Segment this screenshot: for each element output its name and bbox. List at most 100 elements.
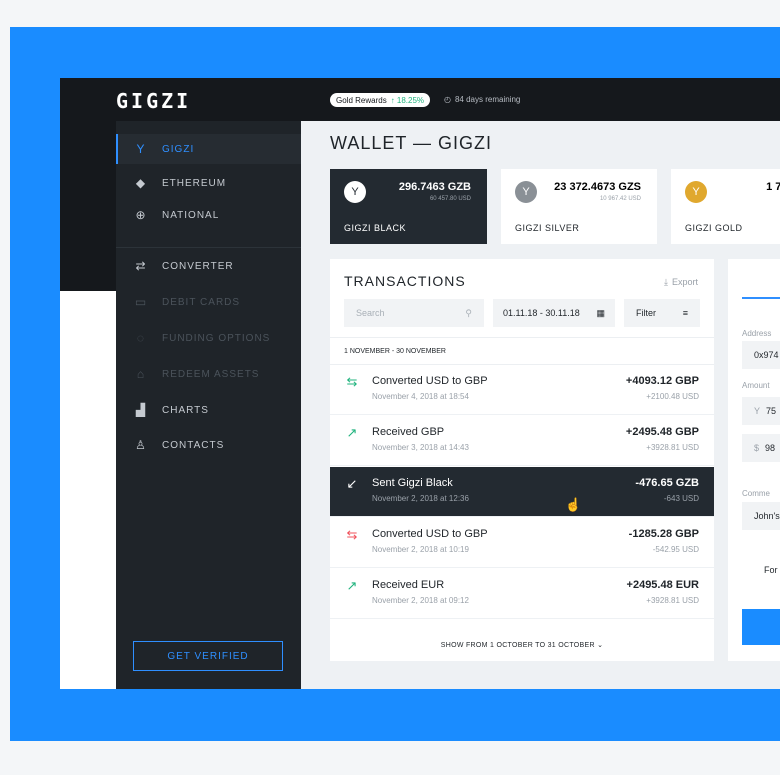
transaction-amount: +2495.48 EUR bbox=[626, 579, 699, 591]
globe-icon: ⊕ bbox=[135, 208, 147, 222]
transaction-usd: +3928.81 USD bbox=[646, 596, 699, 605]
search-input[interactable]: Search ⚲ bbox=[344, 299, 484, 327]
rewards-label: Gold Rewards bbox=[336, 95, 387, 105]
received-icon: ↗ bbox=[346, 578, 358, 593]
transaction-row[interactable]: ↙ Sent Gigzi Black November 2, 2018 at 12:… bbox=[330, 467, 714, 517]
sidebar-item-national[interactable]: ⊕ NATIONAL bbox=[116, 200, 301, 230]
card-balance: 23 372.4673 GZS bbox=[554, 181, 641, 193]
card-balance: 1 782.849 bbox=[766, 181, 780, 193]
transaction-date: November 2, 2018 at 12:36 bbox=[372, 494, 469, 503]
transaction-date: November 4, 2018 at 18:54 bbox=[372, 392, 469, 401]
sidebar-item-gigzi[interactable]: Y GIGZI bbox=[116, 134, 301, 164]
convert-icon: ⇆ bbox=[346, 374, 358, 389]
transaction-row[interactable]: ↗ Received GBP November 3, 2018 at 14:43 +2… bbox=[330, 416, 714, 466]
gold-rewards-badge[interactable]: Gold Rewards ↑ 18.25% bbox=[330, 93, 431, 107]
main-content: WALLET — GIGZI Y 296.7463 GZB 60 457.80 US… bbox=[301, 121, 780, 689]
sidebar-item-contacts[interactable]: ♙ CONTACTS bbox=[116, 430, 301, 460]
sidebar-item-label: DEBIT CARDS bbox=[162, 296, 241, 308]
filter-button[interactable]: Filter ≡ bbox=[624, 299, 700, 327]
sidebar: Y GIGZI ◆ ETHEREUM ⊕ NATIONAL ⇄ CONVERTER ▭ DEBIT… bbox=[116, 121, 301, 689]
contacts-icon: ♙ bbox=[135, 438, 147, 452]
sidebar-item-label: REDEEM ASSETS bbox=[162, 368, 260, 380]
sent-icon: ↙ bbox=[346, 476, 358, 491]
transaction-date: November 3, 2018 at 14:43 bbox=[372, 443, 469, 452]
wallet-card-gigzi-gold[interactable]: Y1 782.84968 607GIGZI GOLD bbox=[671, 169, 780, 244]
convert-icon: ⇆ bbox=[346, 527, 358, 542]
ethereum-icon: ◆ bbox=[135, 176, 147, 190]
received-icon: ↗ bbox=[346, 425, 358, 440]
transaction-amount: +2495.48 GBP bbox=[625, 426, 699, 438]
page-title: WALLET — GIGZI bbox=[330, 133, 493, 153]
period-header: 1 NOVEMBER - 30 NOVEMBER bbox=[330, 337, 714, 365]
dollar-icon: $ bbox=[754, 443, 760, 453]
transaction-title: Converted USD to GBP bbox=[372, 375, 488, 387]
sidebar-item-ethereum[interactable]: ◆ ETHEREUM bbox=[116, 168, 301, 198]
transaction-amount: -1285.28 GBP bbox=[628, 528, 699, 540]
days-remaining: ◴ 84 days remaining bbox=[444, 95, 520, 104]
timer-icon: ◴ bbox=[444, 95, 451, 104]
filter-icon: ≡ bbox=[682, 308, 688, 318]
sidebar-item-debit-cards[interactable]: ▭ DEBIT CARDS bbox=[116, 287, 301, 317]
transaction-usd: -643 USD bbox=[663, 494, 699, 503]
comment-label: Comme bbox=[742, 489, 771, 498]
show-more-label: SHOW FROM 1 OCTOBER TO 31 OCTOBER bbox=[440, 642, 595, 649]
download-icon: ⤓ bbox=[664, 277, 668, 287]
sidebar-item-label: FUNDING OPTIONS bbox=[162, 332, 271, 344]
amount-gzb-value: 75 bbox=[766, 406, 777, 416]
top-bar: GIGZI Gold Rewards ↑ 18.25% ◴ 84 days re… bbox=[60, 78, 780, 121]
amount-label: Amount bbox=[742, 381, 770, 390]
sidebar-item-label: NATIONAL bbox=[162, 209, 220, 221]
token-icon: Y bbox=[344, 181, 366, 203]
chart-icon: ▟ bbox=[135, 403, 147, 417]
export-button[interactable]: ⤓ Export bbox=[664, 277, 698, 288]
funding-icon: ◌ bbox=[136, 331, 146, 345]
amount-gzb-field[interactable]: Y 75 bbox=[742, 397, 780, 425]
transaction-usd: -542.95 USD bbox=[652, 545, 699, 554]
card-name: GIGZI GOLD bbox=[685, 223, 743, 233]
search-icon: ⚲ bbox=[465, 307, 472, 318]
sidebar-item-label: GIGZI bbox=[162, 143, 195, 155]
transaction-title: Converted USD to GBP bbox=[372, 528, 488, 540]
transaction-title: Received GBP bbox=[372, 426, 445, 438]
transaction-usd: +2100.48 USD bbox=[646, 392, 699, 401]
sidebar-item-charts[interactable]: ▟ CHARTS bbox=[116, 395, 301, 425]
transaction-date: November 2, 2018 at 10:19 bbox=[372, 545, 469, 554]
date-range-picker[interactable]: 01.11.18 - 30.11.18 ▦ bbox=[493, 299, 615, 327]
export-label: Export bbox=[671, 277, 698, 287]
sidebar-item-converter[interactable]: ⇄ CONVERTER bbox=[116, 251, 301, 281]
transaction-amount: -476.65 GZB bbox=[635, 477, 699, 489]
amount-usd-field[interactable]: $ 98 bbox=[742, 434, 780, 462]
card-balance: 296.7463 GZB bbox=[398, 181, 471, 193]
show-more-link[interactable]: SHOW FROM 1 OCTOBER TO 31 OCTOBER ⌄ bbox=[330, 641, 714, 649]
calendar-icon: ▦ bbox=[596, 307, 605, 318]
transaction-row[interactable]: ⇆ Converted USD to GBP November 2, 2018 at… bbox=[330, 518, 714, 568]
hand-cursor-icon: ☝ bbox=[565, 497, 582, 512]
card-name: GIGZI SILVER bbox=[515, 223, 580, 233]
sidebar-item-label: CHARTS bbox=[162, 404, 209, 416]
amount-usd-value: 98 bbox=[765, 443, 776, 453]
transaction-amount: +4093.12 GBP bbox=[625, 375, 699, 387]
wallet-card-gigzi-silver[interactable]: Y 23 372.4673 GZS 10 967.42 USD GIGZI SILVE… bbox=[501, 169, 657, 244]
transactions-panel: TRANSACTIONS ⤓ Export Search ⚲ 01.11.18 … bbox=[330, 259, 714, 661]
card-usd-value: 60 457.80 USD bbox=[429, 196, 471, 202]
address-field[interactable]: 0x974 bbox=[742, 341, 780, 369]
search-placeholder: Search bbox=[356, 308, 385, 318]
send-panel: Address 0x974 Amount Y 75 $ 98 Comme Joh… bbox=[728, 259, 780, 661]
send-button[interactable] bbox=[742, 609, 780, 645]
transaction-title: Received EUR bbox=[372, 579, 445, 591]
transaction-row[interactable]: ⇆ Converted USD to GBP November 4, 2018 at… bbox=[330, 365, 714, 415]
sidebar-item-redeem-assets[interactable]: ⌂ REDEEM ASSETS bbox=[116, 359, 301, 389]
comment-field[interactable]: John's bbox=[742, 502, 780, 530]
wallet-card-gigzi-black[interactable]: Y 296.7463 GZB 60 457.80 USD GIGZI BLACK bbox=[330, 169, 487, 244]
sidebar-item-funding-options[interactable]: ◌ FUNDING OPTIONS bbox=[116, 323, 301, 353]
gigzi-icon: Y bbox=[754, 406, 761, 416]
address-label: Address bbox=[742, 329, 772, 338]
gigzi-icon: Y bbox=[136, 142, 146, 156]
transaction-row[interactable]: ↗ Received EUR November 2, 2018 at 09:12 +2… bbox=[330, 569, 714, 619]
active-tab-underline bbox=[742, 297, 780, 299]
exchange-icon: ⇄ bbox=[135, 259, 147, 273]
get-verified-button[interactable]: GET VERIFIED bbox=[133, 641, 283, 671]
token-icon: Y bbox=[515, 181, 537, 203]
card-usd-value: 10 967.42 USD bbox=[599, 196, 641, 202]
sidebar-item-label: CONTACTS bbox=[162, 439, 225, 451]
